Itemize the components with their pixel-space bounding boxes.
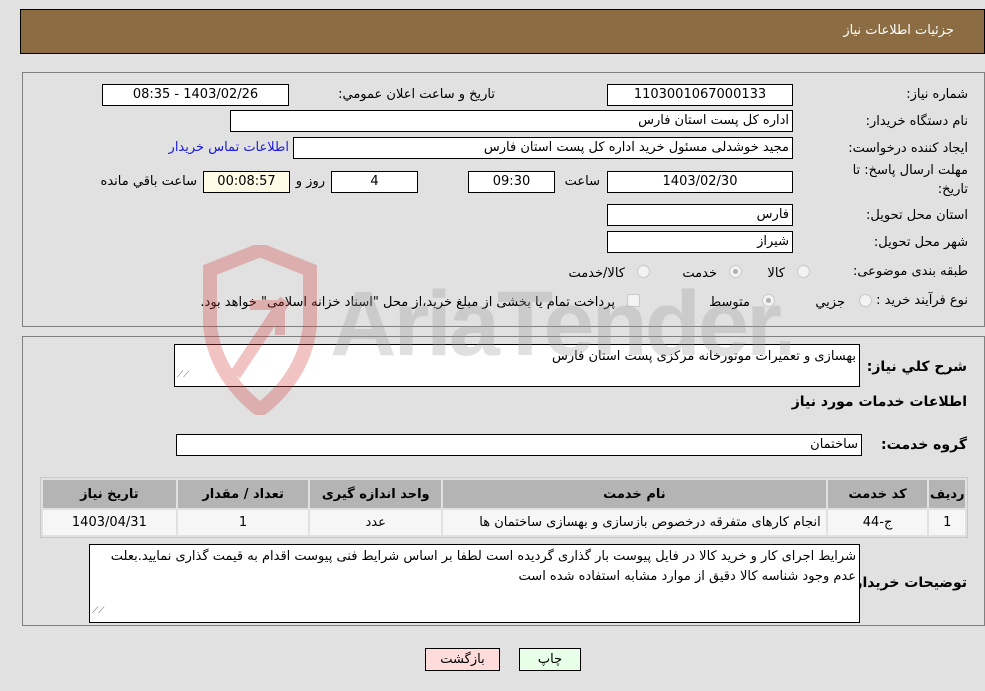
category-option-goods-service: کالا/خدمت bbox=[568, 266, 625, 281]
resize-grip-icon[interactable]: ⟋⟋ bbox=[92, 601, 105, 621]
process-radio-medium[interactable] bbox=[762, 294, 775, 307]
cell-unit: عدد bbox=[310, 510, 442, 535]
creator-field: مجید خوشدلی مسئول خرید اداره کل پست استا… bbox=[293, 137, 793, 159]
announce-field: 1403/02/26 - 08:35 bbox=[102, 84, 289, 106]
province-field: فارس bbox=[607, 204, 793, 226]
time-label: ساعت bbox=[564, 174, 600, 189]
cell-need-date: 1403/04/31 bbox=[43, 510, 176, 535]
need-number-field: 1103001067000133 bbox=[607, 84, 793, 106]
col-header-need-date: تاریخ نیاز bbox=[43, 480, 176, 508]
page-title: جزئیات اطلاعات نیاز bbox=[843, 23, 954, 38]
buyer-notes-textarea[interactable]: شرایط اجرای کار و خرید کالا در فایل پیوس… bbox=[89, 544, 860, 623]
treasury-note: پرداخت تمام یا بخشی از مبلغ خرید،از محل … bbox=[200, 295, 615, 310]
process-option-minor: جزيي bbox=[815, 295, 845, 310]
need-details-panel: شرح کلي نیاز: بهسازی و تعمیرات موتورخانه… bbox=[22, 336, 985, 626]
creator-label: ایجاد کننده درخواست: bbox=[848, 141, 968, 156]
remaining-label: ساعت باقي مانده bbox=[100, 174, 197, 189]
buyer-org-field: اداره کل پست استان فارس bbox=[230, 110, 793, 132]
cell-quantity: 1 bbox=[177, 510, 309, 535]
print-button[interactable]: چاپ bbox=[519, 648, 581, 671]
remaining-time-field: 00:08:57 bbox=[203, 171, 290, 193]
treasury-checkbox[interactable] bbox=[627, 294, 640, 307]
category-label: طبقه بندی موضوعی: bbox=[852, 264, 968, 279]
process-label: نوع فرآیند خرید : bbox=[876, 293, 968, 308]
description-text: بهسازی و تعمیرات موتورخانه مرکزی پست است… bbox=[552, 349, 856, 364]
city-label: شهر محل تحویل: bbox=[873, 235, 968, 250]
col-header-unit: واحد اندازه گیری bbox=[310, 480, 442, 508]
page-header: جزئیات اطلاعات نیاز bbox=[20, 9, 985, 54]
need-info-panel: شماره نیاز: 1103001067000133 تاریخ و ساع… bbox=[22, 72, 985, 327]
back-button[interactable]: بازگشت bbox=[425, 648, 500, 671]
category-radio-goods[interactable] bbox=[797, 265, 810, 278]
service-group-field: ساختمان bbox=[176, 434, 862, 456]
process-radio-minor[interactable] bbox=[859, 294, 872, 307]
announce-label: تاریخ و ساعت اعلان عمومي: bbox=[338, 87, 495, 102]
need-number-label: شماره نیاز: bbox=[906, 87, 968, 102]
service-group-label: گروه خدمت: bbox=[881, 437, 967, 453]
resize-grip-icon[interactable]: ⟋⟋ bbox=[177, 365, 190, 385]
table-header-row: ردیف کد خدمت نام خدمت واحد اندازه گیری ت… bbox=[43, 480, 965, 508]
deadline-date-field: 1403/02/30 bbox=[607, 171, 793, 193]
buyer-notes-text: شرایط اجرای کار و خرید کالا در فایل پیوس… bbox=[110, 549, 856, 584]
days-field: 4 bbox=[331, 171, 418, 193]
description-label: شرح کلي نیاز: bbox=[866, 359, 967, 375]
col-header-quantity: تعداد / مقدار bbox=[177, 480, 309, 508]
col-header-service-code: کد خدمت bbox=[827, 480, 928, 508]
cell-service-code: ج-44 bbox=[827, 510, 928, 535]
province-label: استان محل تحویل: bbox=[866, 208, 968, 223]
deadline-label-line1: مهلت ارسال پاسخ: تا bbox=[852, 163, 968, 178]
buyer-notes-label: توضیحات خریدار: bbox=[848, 575, 967, 591]
category-option-goods: کالا bbox=[767, 266, 785, 281]
buyer-contact-link[interactable]: اطلاعات تماس خریدار bbox=[169, 140, 289, 155]
buyer-org-label: نام دستگاه خریدار: bbox=[865, 114, 968, 129]
cell-service-name: انجام کارهای متفرقه درخصوص بازسازی و بهس… bbox=[443, 510, 826, 535]
col-header-service-name: نام خدمت bbox=[443, 480, 826, 508]
deadline-time-field: 09:30 bbox=[468, 171, 555, 193]
description-textarea[interactable]: بهسازی و تعمیرات موتورخانه مرکزی پست است… bbox=[174, 344, 860, 387]
services-heading: اطلاعات خدمات مورد نیاز bbox=[791, 394, 967, 410]
city-field: شیراز bbox=[607, 231, 793, 253]
days-label: روز و bbox=[295, 174, 325, 189]
category-option-service: خدمت bbox=[682, 266, 717, 281]
col-header-row-number: ردیف bbox=[929, 480, 965, 508]
category-radio-goods-service[interactable] bbox=[637, 265, 650, 278]
deadline-label-line2: تاریخ: bbox=[937, 182, 968, 197]
process-option-medium: متوسط bbox=[709, 295, 750, 310]
category-radio-service[interactable] bbox=[729, 265, 742, 278]
table-row: 1 ج-44 انجام کارهای متفرقه درخصوص بازساز… bbox=[43, 510, 965, 535]
services-table: ردیف کد خدمت نام خدمت واحد اندازه گیری ت… bbox=[40, 477, 968, 538]
cell-row-number: 1 bbox=[929, 510, 965, 535]
